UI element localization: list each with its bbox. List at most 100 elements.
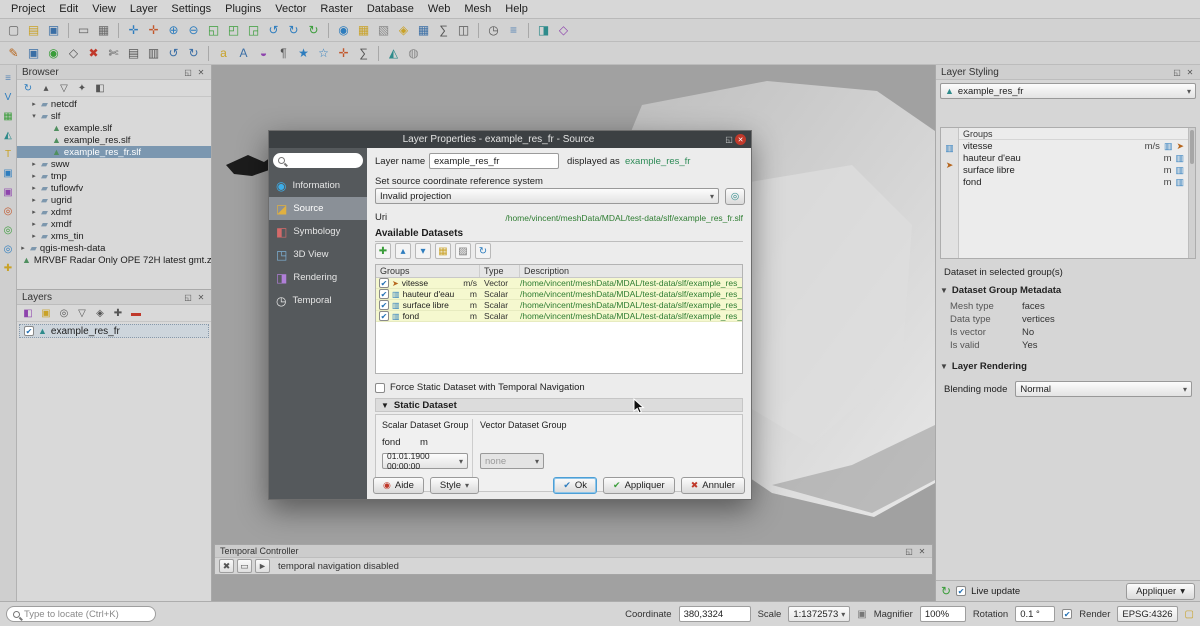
tab-symbology[interactable]: ◧Symbology xyxy=(269,220,367,243)
deselect-features-icon[interactable]: ▧ xyxy=(375,22,392,39)
copy-features-icon[interactable]: ▤ xyxy=(125,45,142,62)
groups-column-header[interactable]: Groups xyxy=(376,265,480,277)
browser-folder-slf[interactable]: ▾▰slf xyxy=(17,110,211,122)
browser-enable-icon[interactable]: ◧ xyxy=(93,81,107,95)
new-print-layout-icon[interactable]: ▭ xyxy=(75,22,92,39)
cancel-button[interactable]: ✖ Annuler xyxy=(681,477,745,494)
menu-project[interactable]: Project xyxy=(4,1,52,17)
add-mesh-layer-icon[interactable]: ◭ xyxy=(1,128,15,142)
menu-vector[interactable]: Vector xyxy=(268,1,313,17)
help-button[interactable]: ◉ Aide xyxy=(373,477,424,494)
menu-database[interactable]: Database xyxy=(360,1,421,17)
group-scalar-toggle-icon[interactable]: ▥ xyxy=(1175,153,1184,164)
delete-selected-icon[interactable]: ✖ xyxy=(85,45,102,62)
tab-temporal[interactable]: ◷Temporal xyxy=(269,289,367,312)
type-column-header[interactable]: Type xyxy=(480,265,520,277)
dataset-checkbox[interactable]: ✔ xyxy=(379,289,389,299)
identify-features-icon[interactable]: ◉ xyxy=(335,22,352,39)
menu-help[interactable]: Help xyxy=(498,1,535,17)
properties-search-input[interactable] xyxy=(273,153,363,168)
layer-labeling-options-icon[interactable]: A xyxy=(235,45,252,62)
cut-features-icon[interactable]: ✄ xyxy=(105,45,122,62)
close-icon[interactable]: ✕ xyxy=(196,292,206,302)
locator-search-input[interactable]: Type to locate (Ctrl+K) xyxy=(6,606,156,622)
render-checkbox[interactable]: ✔ xyxy=(1062,609,1072,619)
select-features-icon[interactable]: ▦ xyxy=(355,22,372,39)
layout-manager-icon[interactable]: ▦ xyxy=(95,22,112,39)
menu-plugins[interactable]: Plugins xyxy=(218,1,268,17)
browser-folder-sww[interactable]: ▸▰sww xyxy=(17,158,211,170)
diagram-options-icon[interactable]: ◒ xyxy=(255,45,272,62)
tab-information[interactable]: ◉Information xyxy=(269,174,367,197)
temporal-navigation-off-button[interactable]: ✖ xyxy=(219,559,234,573)
live-update-checkbox[interactable]: ✔ xyxy=(956,586,966,596)
field-calculator-icon[interactable]: ∑ xyxy=(435,22,452,39)
menu-web[interactable]: Web xyxy=(421,1,457,17)
static-dataset-header[interactable]: ▼ Static Dataset xyxy=(375,398,743,412)
scalar-time-select[interactable]: 01.01.1900 00:00:00 ▾ xyxy=(382,453,468,469)
open-data-source-manager-icon[interactable]: ≡ xyxy=(1,71,15,85)
undock-icon[interactable]: ◱ xyxy=(904,546,914,556)
undock-icon[interactable]: ◱ xyxy=(1172,67,1182,77)
refresh-style-icon[interactable]: ↻ xyxy=(941,584,951,598)
undo-icon[interactable]: ↺ xyxy=(165,45,182,62)
groups-scrollbar[interactable] xyxy=(1188,128,1195,258)
force-static-row[interactable]: Force Static Dataset with Temporal Navig… xyxy=(375,382,585,393)
save-project-icon[interactable]: ▣ xyxy=(45,22,62,39)
styling-group-row[interactable]: surface librem▥ xyxy=(959,164,1188,176)
vector-legend-icon[interactable]: ➤ xyxy=(943,159,956,172)
statistical-summary-icon[interactable]: ◫ xyxy=(455,22,472,39)
new-shapefile-icon[interactable]: ✚ xyxy=(1,261,15,275)
ok-button[interactable]: ✔ Ok xyxy=(553,477,597,494)
add-wfs-layer-icon[interactable]: ◎ xyxy=(1,242,15,256)
browser-file-mrvbf-radar-only-ope-72h-latest-gmt-z[interactable]: ▲MRVBF Radar Only OPE 72H latest gmt.z xyxy=(17,254,211,266)
menu-mesh[interactable]: Mesh xyxy=(457,1,498,17)
collapse-all-datasets-icon[interactable]: ▴ xyxy=(395,243,411,259)
menu-edit[interactable]: Edit xyxy=(52,1,85,17)
coordinate-input[interactable]: 380,3324 xyxy=(679,606,751,622)
description-column-header[interactable]: Description xyxy=(520,265,742,277)
open-layer-styling-icon[interactable]: ◧ xyxy=(21,306,35,320)
temporal-animated-button[interactable]: ► xyxy=(255,559,270,573)
expander-icon[interactable]: ▾ xyxy=(30,112,38,120)
expander-icon[interactable]: ▸ xyxy=(30,220,38,228)
dataset-row[interactable]: ✔▥surface libremScalar/home/vincent/mesh… xyxy=(376,300,742,311)
dataset-checkbox[interactable]: ✔ xyxy=(379,300,389,310)
dataset-row[interactable]: ✔➤vitessem/sVector/home/vincent/meshData… xyxy=(376,278,742,289)
blending-mode-select[interactable]: Normal ▾ xyxy=(1015,381,1192,397)
zoom-last-icon[interactable]: ↺ xyxy=(265,22,282,39)
add-postgis-layer-icon[interactable]: ▣ xyxy=(1,166,15,180)
rendering-section-header[interactable]: ▼ Layer Rendering xyxy=(940,359,1196,373)
zoom-to-selection-icon[interactable]: ◰ xyxy=(225,22,242,39)
open-project-icon[interactable]: ▤ xyxy=(25,22,42,39)
browser-file-example-res-fr-slf[interactable]: ▲example_res_fr.slf xyxy=(17,146,211,158)
redo-icon[interactable]: ↻ xyxy=(185,45,202,62)
add-dataset-group-icon[interactable]: ✚ xyxy=(375,243,391,259)
apply-button[interactable]: ✔ Appliquer xyxy=(603,477,675,494)
expand-all-icon[interactable]: ✚ xyxy=(111,306,125,320)
plugin-icon[interactable]: ◇ xyxy=(555,22,572,39)
remove-layer-icon[interactable]: ▬ xyxy=(129,306,143,320)
undock-icon[interactable]: ◱ xyxy=(183,292,193,302)
temporal-fixed-range-button[interactable]: ▭ xyxy=(237,559,252,573)
filter-by-expression-icon[interactable]: ◈ xyxy=(93,306,107,320)
menu-layer[interactable]: Layer xyxy=(123,1,165,17)
tab-3d-view[interactable]: ◳3D View xyxy=(269,243,367,266)
zoom-in-icon[interactable]: ⊕ xyxy=(165,22,182,39)
tab-rendering[interactable]: ◨Rendering xyxy=(269,266,367,289)
add-wms-layer-icon[interactable]: ◎ xyxy=(1,204,15,218)
group-scalar-toggle-icon[interactable]: ▥ xyxy=(1175,165,1184,176)
add-spatialite-layer-icon[interactable]: ▣ xyxy=(1,185,15,199)
expander-icon[interactable]: ▸ xyxy=(30,232,38,240)
crs-select[interactable]: Invalid projection ▾ xyxy=(375,188,719,204)
styling-group-row[interactable]: vitessem/s▥➤ xyxy=(959,140,1188,152)
close-icon[interactable]: ✕ xyxy=(735,134,746,145)
dialog-title-bar[interactable]: Layer Properties - example_res_fr - Sour… xyxy=(269,131,751,148)
refresh-map-icon[interactable]: ↻ xyxy=(305,22,322,39)
python-console-icon[interactable]: ◨ xyxy=(535,22,552,39)
layer-item-example-res-fr[interactable]: ✔ ▲ example_res_fr xyxy=(19,324,209,338)
add-group-icon[interactable]: ▣ xyxy=(39,306,53,320)
group-scalar-toggle-icon[interactable]: ▥ xyxy=(1164,141,1173,152)
close-icon[interactable]: ✕ xyxy=(196,67,206,77)
force-static-checkbox[interactable] xyxy=(375,383,385,393)
